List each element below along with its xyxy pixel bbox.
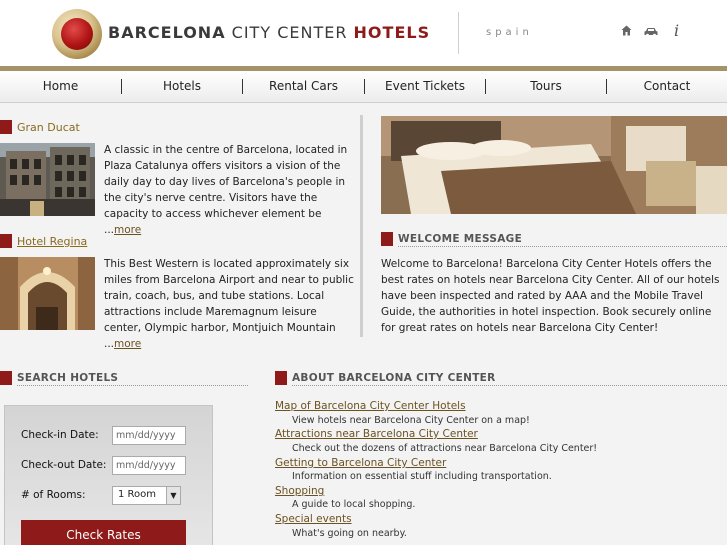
hotel-room-photo [381,116,727,214]
nav-contact[interactable]: Contact [607,71,727,103]
section-marker [0,234,12,248]
nav-tours[interactable]: Tours [486,71,606,103]
car-icon[interactable] [644,26,658,41]
hotel-photo-gran-ducat[interactable] [0,143,95,216]
about-link-getting-there[interactable]: Getting to Barcelona City Center [275,457,446,469]
nav-hotels[interactable]: Hotels [122,71,242,103]
brand-word-barcelona: BARCELONA [108,23,226,42]
site-logo-text[interactable]: BARCELONA CITY CENTER HOTELS [108,23,430,42]
about-desc-attractions: Check out the dozens of attractions near… [292,443,598,454]
site-header: BARCELONA CITY CENTER HOTELS spain i [0,0,727,66]
section-marker [0,371,12,385]
hotel-description-gran-ducat: A classic in the centre of Barcelona, lo… [104,142,356,238]
section-marker [0,120,12,134]
hotel-description-hotel-regina: This Best Western is located approximate… [104,256,356,352]
header-divider [458,12,459,54]
hotel-description-text: This Best Western is located approximate… [104,258,354,350]
hotel-name-hotel-regina[interactable]: Hotel Regina [17,235,87,248]
checkin-date-input[interactable]: mm/dd/yyyy [112,426,186,445]
country-label: spain [486,27,533,38]
hotel-photo-hotel-regina[interactable] [0,257,95,330]
nav-event-tickets[interactable]: Event Tickets [365,71,485,103]
home-icon[interactable] [621,25,632,40]
brand-word-hotels: HOTELS [353,23,431,42]
about-desc-getting-there: Information on essential stuff including… [292,471,552,482]
search-title: SEARCH HOTELS [17,372,119,384]
nav-home[interactable]: Home [0,71,121,103]
rooms-select-value: 1 Room [118,489,157,500]
nav-rental-cars[interactable]: Rental Cars [243,71,364,103]
logo-seal[interactable] [52,9,102,59]
info-icon[interactable]: i [674,21,679,40]
brand-word-city-center: CITY CENTER [225,23,354,42]
rooms-label: # of Rooms: [21,489,86,501]
hotel-name-gran-ducat[interactable]: Gran Ducat [17,121,80,134]
about-link-map[interactable]: Map of Barcelona City Center Hotels [275,400,466,412]
welcome-text: Welcome to Barcelona! Barcelona City Cen… [381,258,720,334]
welcome-title: WELCOME MESSAGE [398,233,523,245]
about-desc-special-events: What's going on nearby. [292,528,407,539]
main-nav: Home Hotels Rental Cars Event Tickets To… [0,71,727,103]
section-underline [292,385,727,386]
section-marker [275,371,287,385]
checkout-label: Check-out Date: [21,459,107,471]
section-marker [381,232,393,246]
about-link-shopping[interactable]: Shopping [275,485,324,497]
checkout-date-input[interactable]: mm/dd/yyyy [112,456,186,475]
page: BARCELONA CITY CENTER HOTELS spain i Hom… [0,0,727,545]
section-underline [17,385,248,386]
checkin-label: Check-in Date: [21,429,99,441]
about-desc-shopping: A guide to local shopping. [292,499,416,510]
about-desc-map: View hotels near Barcelona City Center o… [292,415,530,426]
hotel-description-text: A classic in the centre of Barcelona, lo… [104,144,348,236]
rooms-select[interactable]: 1 Room ▼ [112,486,181,505]
column-divider [360,115,363,337]
about-title: ABOUT BARCELONA CITY CENTER [292,372,496,384]
chevron-down-icon[interactable]: ▼ [166,487,180,504]
check-rates-button[interactable]: Check Rates [21,520,186,545]
more-link[interactable]: more [114,224,141,236]
section-underline [398,246,727,247]
about-link-special-events[interactable]: Special events [275,513,352,525]
more-link[interactable]: more [114,338,141,350]
about-link-attractions[interactable]: Attractions near Barcelona City Center [275,428,478,440]
